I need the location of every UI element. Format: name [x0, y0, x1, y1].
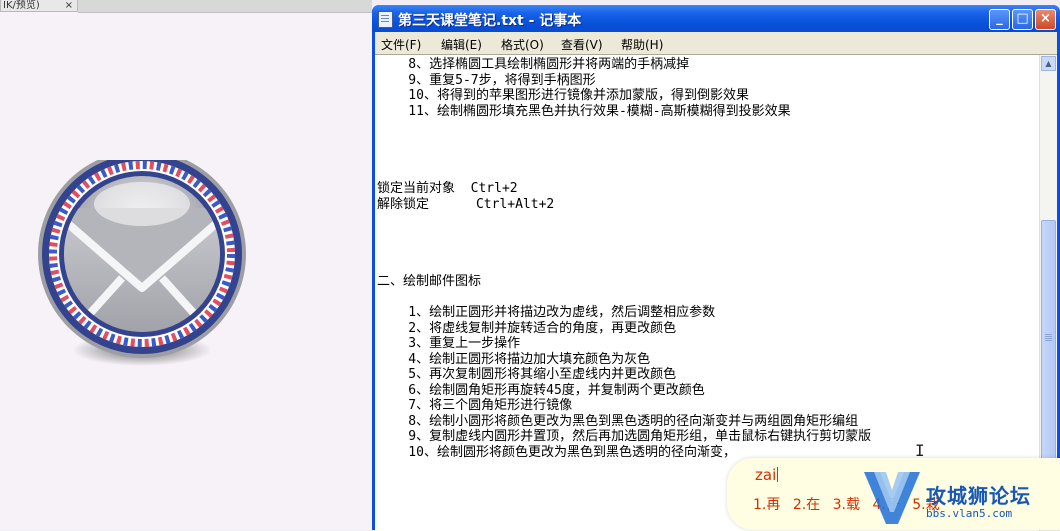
- minimize-button[interactable]: _: [989, 9, 1010, 30]
- scroll-up-arrow-icon[interactable]: ▲: [1041, 56, 1056, 71]
- menu-edit[interactable]: 编辑(E): [441, 36, 482, 53]
- menu-help[interactable]: 帮助(H): [621, 36, 663, 53]
- ime-composition: zai: [755, 466, 779, 484]
- vlan5-logo-icon: [864, 472, 920, 524]
- artboard-area[interactable]: IK/预览) ×: [0, 0, 372, 530]
- menu-bar: 文件(F) 编辑(E) 格式(O) 查看(V) 帮助(H): [375, 32, 1057, 54]
- mail-icon-artwork: [30, 150, 258, 370]
- scrollbar-thumb[interactable]: [1041, 220, 1056, 460]
- editor-text[interactable]: 8、选择椭圆工具绘制椭圆形并将两端的手柄减掉 9、重复5-7步，将得到手柄图形 …: [377, 57, 871, 460]
- mail-envelope-icon: [38, 150, 246, 366]
- forum-watermark: 攻城狮论坛 bbs.vlan5.com: [860, 462, 1060, 530]
- tab-close-icon[interactable]: ×: [65, 0, 73, 11]
- menu-format[interactable]: 格式(O): [501, 36, 544, 53]
- document-tab[interactable]: IK/预览) ×: [0, 0, 78, 12]
- notepad-window[interactable]: 第三天课堂笔记.txt - 记事本 _ □ × 文件(F) 编辑(E) 格式(O…: [372, 5, 1060, 531]
- watermark-url: bbs.vlan5.com: [926, 507, 1013, 520]
- close-button[interactable]: ×: [1035, 9, 1056, 30]
- ime-candidate[interactable]: 1.再: [753, 497, 780, 513]
- document-tab-label: IK/预览): [3, 0, 40, 11]
- notepad-app-icon: [378, 11, 393, 28]
- menu-view[interactable]: 查看(V): [561, 36, 603, 53]
- tab-strip: [78, 0, 372, 13]
- ime-candidate[interactable]: 2.在: [793, 497, 820, 513]
- watermark-title: 攻城狮论坛: [926, 484, 1031, 508]
- maximize-button[interactable]: □: [1012, 9, 1033, 30]
- ime-candidate[interactable]: 3.载: [833, 497, 860, 513]
- menu-file[interactable]: 文件(F): [381, 36, 421, 53]
- window-title: 第三天课堂笔记.txt - 记事本: [398, 13, 582, 29]
- notepad-titlebar[interactable]: 第三天课堂笔记.txt - 记事本 _ □ ×: [372, 5, 1060, 32]
- scroll-grip-icon: [1045, 334, 1052, 335]
